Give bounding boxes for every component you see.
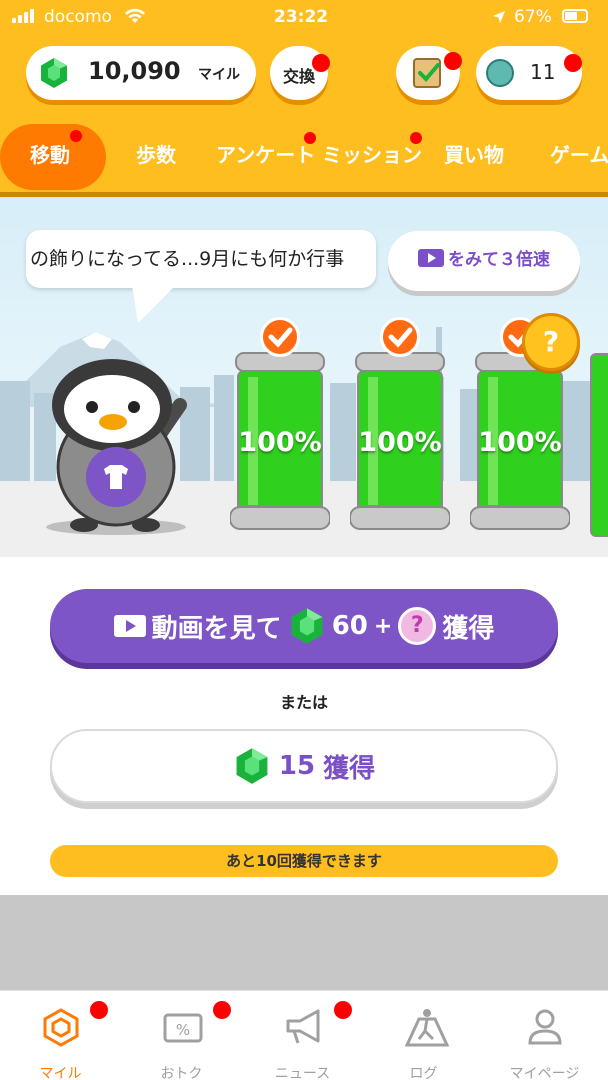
plus-sign: + <box>373 613 393 639</box>
mission-scroll-button[interactable] <box>396 46 462 100</box>
tank-percent: 100% <box>358 427 442 458</box>
tab-mission[interactable]: ミッション <box>322 124 422 190</box>
nav-label: ニュース <box>274 1066 331 1080</box>
check-icon <box>260 317 300 357</box>
tab-label: 歩数 <box>136 143 176 167</box>
miles-unit: マイル <box>198 67 240 83</box>
tab-game[interactable]: ゲーム <box>550 124 608 190</box>
video-suffix: 獲得 <box>442 613 495 644</box>
svg-text:%: % <box>176 1021 190 1039</box>
notification-dot <box>564 54 582 72</box>
tab-shopping[interactable]: 買い物 <box>444 124 504 190</box>
app-header: docomo 23:22 67% 10,090 マイル 交換 11 移動 歩数 … <box>0 0 608 197</box>
mystery-bonus-icon[interactable]: ? <box>522 313 580 371</box>
video-label: 動画を見て <box>151 613 282 644</box>
battery-icon <box>562 9 588 23</box>
video-gems: 60 <box>331 611 368 641</box>
miles-value: 10,090 <box>88 57 181 85</box>
tank-percent: 100% <box>238 427 322 458</box>
notification-dot <box>304 132 316 144</box>
watch-video-speed-button[interactable]: をみて３倍速 <box>388 231 580 291</box>
tab-label: ゲーム <box>550 143 608 167</box>
battery-percent: 67% <box>514 7 552 27</box>
tab-label: ミッション <box>322 143 422 167</box>
location-arrow-icon <box>493 11 505 23</box>
speed-button-label: をみて３倍速 <box>448 250 550 270</box>
ticket-count: 11 <box>530 60 556 84</box>
ticket-coin-icon <box>486 59 514 87</box>
nav-mypage[interactable]: マイページ <box>484 991 605 1080</box>
notification-dot <box>90 1001 108 1019</box>
tank-percent: 100% <box>478 427 562 458</box>
get-reward-button[interactable]: 15 獲得 <box>50 729 558 803</box>
nav-label: ログ <box>409 1066 438 1080</box>
notification-dot <box>410 132 422 144</box>
walking-road-icon <box>405 1009 449 1047</box>
clock: 23:22 <box>274 7 329 27</box>
tab-move[interactable]: 移動 <box>0 124 106 190</box>
watch-video-reward-button[interactable]: 動画を見て 60 + ? 獲得 <box>50 589 558 663</box>
tab-steps[interactable]: 歩数 <box>136 124 176 190</box>
carrier-name: docomo <box>44 7 112 27</box>
check-icon <box>380 317 420 357</box>
reward-actions: 動画を見て 60 + ? 獲得 または 15 獲得 あと10回獲得できます <box>0 557 608 895</box>
coupon-icon: % <box>163 1013 203 1043</box>
nav-deals[interactable]: % おトク <box>121 991 242 1080</box>
megaphone-icon <box>286 1009 320 1044</box>
penguin-mascot <box>46 359 187 535</box>
status-bar: docomo 23:22 67% <box>0 0 608 36</box>
gem-icon <box>41 58 67 88</box>
mileage-scene: の飾りになってる...9月にも何か行事 をみて３倍速 100% 100% 100… <box>0 197 608 557</box>
get-suffix: 獲得 <box>323 753 376 784</box>
energy-tank: 100% <box>469 347 571 537</box>
exchange-button[interactable]: 交換 <box>270 46 330 100</box>
film-icon <box>418 249 444 267</box>
get-amount: 15 <box>278 751 316 781</box>
person-icon <box>528 1009 562 1045</box>
remaining-count-banner: あと10回獲得できます <box>50 845 558 877</box>
notification-dot <box>444 52 462 70</box>
tab-label: アンケート <box>216 143 316 167</box>
notification-dot <box>213 1001 231 1019</box>
wifi-icon <box>125 8 145 23</box>
tab-label: 移動 <box>30 143 70 167</box>
notification-dot <box>334 1001 352 1019</box>
energy-tank-partial <box>590 353 608 537</box>
notification-dot <box>312 54 330 72</box>
mystery-badge-text: ? <box>542 325 560 358</box>
energy-tank: 100% <box>229 347 331 537</box>
signal-icon <box>12 9 34 23</box>
mystery-ball-icon: ? <box>398 607 437 645</box>
nav-label: マイページ <box>509 1066 580 1080</box>
ad-placeholder <box>0 895 608 990</box>
hexagon-miles-icon <box>43 1008 79 1047</box>
ticket-balance[interactable]: 11 <box>476 46 582 100</box>
nav-label: おトク <box>160 1066 203 1080</box>
tab-survey[interactable]: アンケート <box>216 124 316 190</box>
energy-tank: 100% <box>349 347 451 537</box>
speech-bubble: の飾りになってる...9月にも何か行事 <box>26 230 376 288</box>
speech-text: の飾りになってる...9月にも何か行事 <box>30 248 345 270</box>
scroll-check-icon <box>413 58 441 88</box>
nav-miles[interactable]: マイル <box>0 991 121 1080</box>
nav-news[interactable]: ニュース <box>242 991 363 1080</box>
bottom-nav: マイル % おトク ニュース ログ マイページ <box>0 990 608 1080</box>
film-icon <box>113 615 146 637</box>
nav-log[interactable]: ログ <box>363 991 484 1080</box>
remaining-label: あと10回獲得できます <box>226 852 382 870</box>
miles-balance[interactable]: 10,090 マイル <box>26 46 256 100</box>
notification-dot <box>70 130 82 142</box>
gem-icon <box>291 608 323 644</box>
tab-label: 買い物 <box>444 143 504 167</box>
gem-icon <box>236 748 268 784</box>
nav-label: マイル <box>39 1066 82 1080</box>
category-tabs: 移動 歩数 アンケート ミッション 買い物 ゲーム <box>0 124 608 190</box>
speech-bubble-tail <box>132 285 176 323</box>
or-label: または <box>279 693 328 712</box>
